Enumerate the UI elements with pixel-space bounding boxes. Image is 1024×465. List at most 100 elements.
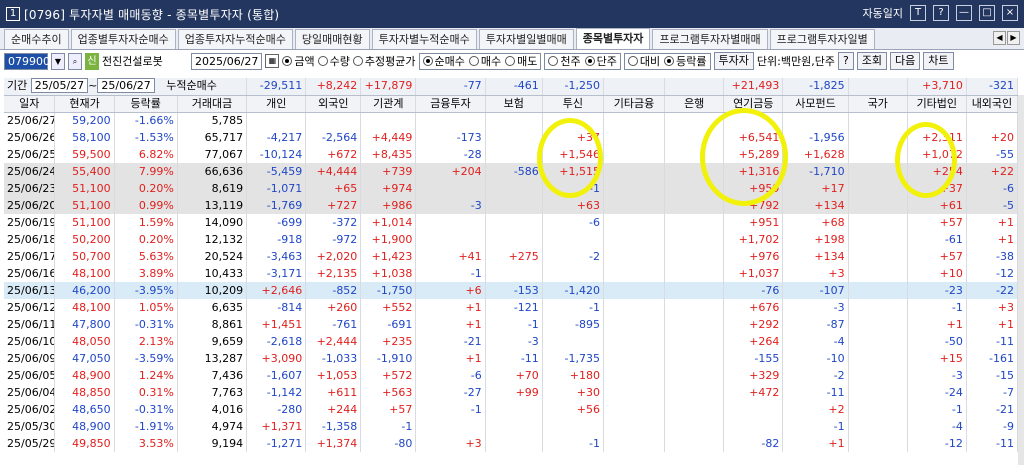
table-row[interactable]: 25/05/29 49,850 3.53% 9,194 -1,271 +1,374 -80 +…	[4, 435, 1019, 452]
table-row[interactable]: 25/06/19 51,100 1.59% 14,090 -699 -372 +1,014 -…	[4, 214, 1019, 231]
table-row[interactable]: 25/06/26 58,100 -1.53% 65,717 -4,217 -2,564 +4…	[4, 129, 1019, 146]
table-cell	[603, 384, 666, 401]
title-bar: 1 [0796] 투자자별 매매동향 - 종목별투자자 (통합) 자동일지 T …	[0, 0, 1024, 28]
table-row[interactable]: 25/06/25 59,500 6.82% 77,067 -10,124 +672 +8,4…	[4, 146, 1019, 163]
column-header[interactable]: 보험	[485, 95, 543, 113]
table-row[interactable]: 25/06/23 51,100 0.20% 8,619 -1,071 +65 +974 -1 +…	[4, 180, 1019, 197]
radio-rate[interactable]: 등락률	[664, 54, 707, 69]
table-row[interactable]: 25/06/27 59,200 -1.66% 5,785	[4, 112, 1019, 129]
radio-buy[interactable]: 매수	[468, 54, 501, 69]
table-row[interactable]: 25/06/17 50,700 5.63% 20,524 -3,463 +2,020 +1,…	[4, 248, 1019, 265]
table-row[interactable]: 25/06/09 47,050 -3.59% 13,287 +3,090 -1,033 -1…	[4, 350, 1019, 367]
tab-4[interactable]: 투자자별누적순매수	[371, 29, 477, 49]
table-cell	[603, 333, 666, 350]
table-row[interactable]: 25/06/10 48,050 2.13% 9,659 -2,618 +2,444 +235…	[4, 333, 1019, 350]
table-cell	[664, 435, 725, 452]
table-cell: -1,735	[542, 350, 604, 367]
tab-strip: 순매수추이 업종별투자자순매수 업종투자자누적순매수 당일매매현황 투자자별누적순매수 투…	[0, 28, 1024, 50]
radio-thousand[interactable]: 천주	[548, 54, 581, 69]
radio-diff[interactable]: 대비	[627, 54, 660, 69]
table-row[interactable]: 25/05/30 48,900 -1.91% 4,974 +1,371 -1,358 -1-…	[4, 418, 1019, 435]
tab-3[interactable]: 당일매매현황	[294, 29, 370, 49]
table-row[interactable]: 25/06/11 47,800 -0.31% 8,861 +1,451 -761 -691 +…	[4, 316, 1019, 333]
column-header[interactable]: 개인	[246, 95, 307, 113]
table-cell: +1	[966, 214, 1019, 231]
table-cell: -7	[966, 384, 1019, 401]
column-header[interactable]: 내외국인	[966, 95, 1019, 113]
chevron-left-icon[interactable]: ◀	[993, 31, 1006, 45]
column-header[interactable]: 기타금융	[603, 95, 666, 113]
investor-button[interactable]: 투자자	[713, 52, 754, 70]
column-header[interactable]: 기타법인	[907, 95, 967, 113]
radio-avg-price[interactable]: 추정평균가	[352, 53, 416, 69]
table-cell	[664, 231, 725, 248]
table-cell: 8,619	[177, 180, 248, 197]
table-row[interactable]: 25/06/12 48,100 1.05% 6,635 -814 +260 +552 +1 -1…	[4, 299, 1019, 316]
tab-7[interactable]: 프로그램투자자별매매	[652, 29, 768, 49]
tab-2[interactable]: 업종투자자누적순매수	[177, 29, 293, 49]
search-button[interactable]: 조회	[856, 52, 888, 70]
text-icon[interactable]: T	[910, 5, 926, 21]
tab-5[interactable]: 투자자별일별매매	[478, 29, 574, 49]
column-header[interactable]: 외국인	[305, 95, 362, 113]
column-header[interactable]: 투신	[542, 95, 604, 113]
table-cell	[415, 112, 486, 129]
chevron-down-icon[interactable]: ▼	[51, 52, 65, 70]
table-row[interactable]: 25/06/20 51,100 0.99% 13,119 -1,769 +727 +986-…	[4, 197, 1019, 214]
help-icon[interactable]: ?	[933, 5, 949, 21]
radio-single[interactable]: 단주	[584, 54, 617, 69]
radio-sell[interactable]: 매도	[505, 54, 537, 69]
tab-1[interactable]: 업종별투자자순매수	[70, 29, 176, 49]
table-cell	[664, 248, 725, 265]
column-header[interactable]: 금융투자	[415, 95, 486, 113]
table-row[interactable]: 25/06/16 48,100 3.89% 10,433 -3,171 +2,135 +1,…	[4, 265, 1019, 282]
table-row[interactable]: 25/06/02 48,650 -0.31% 4,016 -280 +244 +57 -1 +5…	[4, 401, 1019, 418]
table-cell: +1,371	[246, 418, 307, 435]
column-header[interactable]: 기관계	[360, 95, 417, 113]
auto-log-toggle[interactable]: 자동일지	[863, 5, 903, 21]
next-button[interactable]: 다음	[890, 52, 921, 70]
column-header[interactable]: 일자	[4, 95, 56, 113]
radio-net-buy[interactable]: 순매수	[422, 54, 465, 69]
tab-6[interactable]: 종목별투자자	[575, 28, 651, 49]
chevron-right-icon[interactable]: ▶	[1007, 31, 1020, 45]
tab-0[interactable]: 순매수추이	[4, 29, 69, 49]
table-row[interactable]: 25/06/24 55,400 7.99% 66,636 -5,459 +4,444 +73…	[4, 163, 1019, 180]
search-icon[interactable]: ⌕	[68, 52, 82, 70]
radio-amount[interactable]: 금액	[282, 53, 315, 69]
date-input[interactable]: 2025/06/27	[191, 52, 263, 70]
column-header[interactable]: 등락률	[114, 95, 178, 113]
table-row[interactable]: 25/06/05 48,900 1.24% 7,436 -1,607 +1,053 +572…	[4, 367, 1019, 384]
close-icon[interactable]: ×	[1002, 5, 1018, 21]
minimize-icon[interactable]: —	[956, 5, 972, 21]
stock-name: 전진건설로봇	[102, 55, 163, 68]
scrollbar[interactable]	[1018, 95, 1024, 465]
header-row: 일자 현재가 등락률 거래대금 개인 외국인 기관계 금융투자 보험 투신 기타금융 은행 연기금등 사모…	[4, 95, 1019, 113]
maximize-icon[interactable]: □	[979, 5, 995, 21]
calendar-icon[interactable]: ▦	[265, 54, 280, 68]
table-cell: -87	[782, 316, 849, 333]
table-row[interactable]: 25/06/04 48,850 0.31% 7,763 -1,142 +611 +563 -2…	[4, 384, 1019, 401]
table-row[interactable]: 25/06/18 50,200 0.20% 12,132 -918 -972 +1,900 +…	[4, 231, 1019, 248]
column-header[interactable]: 국가	[848, 95, 908, 113]
stock-code-input[interactable]: 079900	[4, 52, 50, 70]
table-cell: +57	[907, 214, 967, 231]
table-cell: 25/06/27	[4, 112, 56, 129]
tab-8[interactable]: 프로그램투자자일별	[769, 29, 875, 49]
help-button[interactable]: ?	[837, 52, 854, 70]
column-header[interactable]: 은행	[664, 95, 725, 113]
table-cell: -21	[966, 401, 1019, 418]
table-cell: 0.20%	[114, 180, 178, 197]
chart-button[interactable]: 차트	[923, 52, 954, 70]
column-header[interactable]: 현재가	[54, 95, 115, 113]
table-cell: +65	[305, 180, 362, 197]
column-header[interactable]: 거래대금	[177, 95, 248, 113]
period-to-input[interactable]: 25/06/27	[97, 78, 155, 94]
table-cell: -699	[246, 214, 307, 231]
column-header[interactable]: 사모펀드	[782, 95, 849, 113]
table-cell	[603, 248, 666, 265]
table-cell: +563	[360, 384, 417, 401]
table-row[interactable]: 25/06/13 46,200 -3.95% 10,209 +2,646 -852 -1,7…	[4, 282, 1019, 299]
radio-quantity[interactable]: 수량	[317, 53, 350, 69]
period-from-input[interactable]: 25/05/27	[30, 78, 89, 94]
